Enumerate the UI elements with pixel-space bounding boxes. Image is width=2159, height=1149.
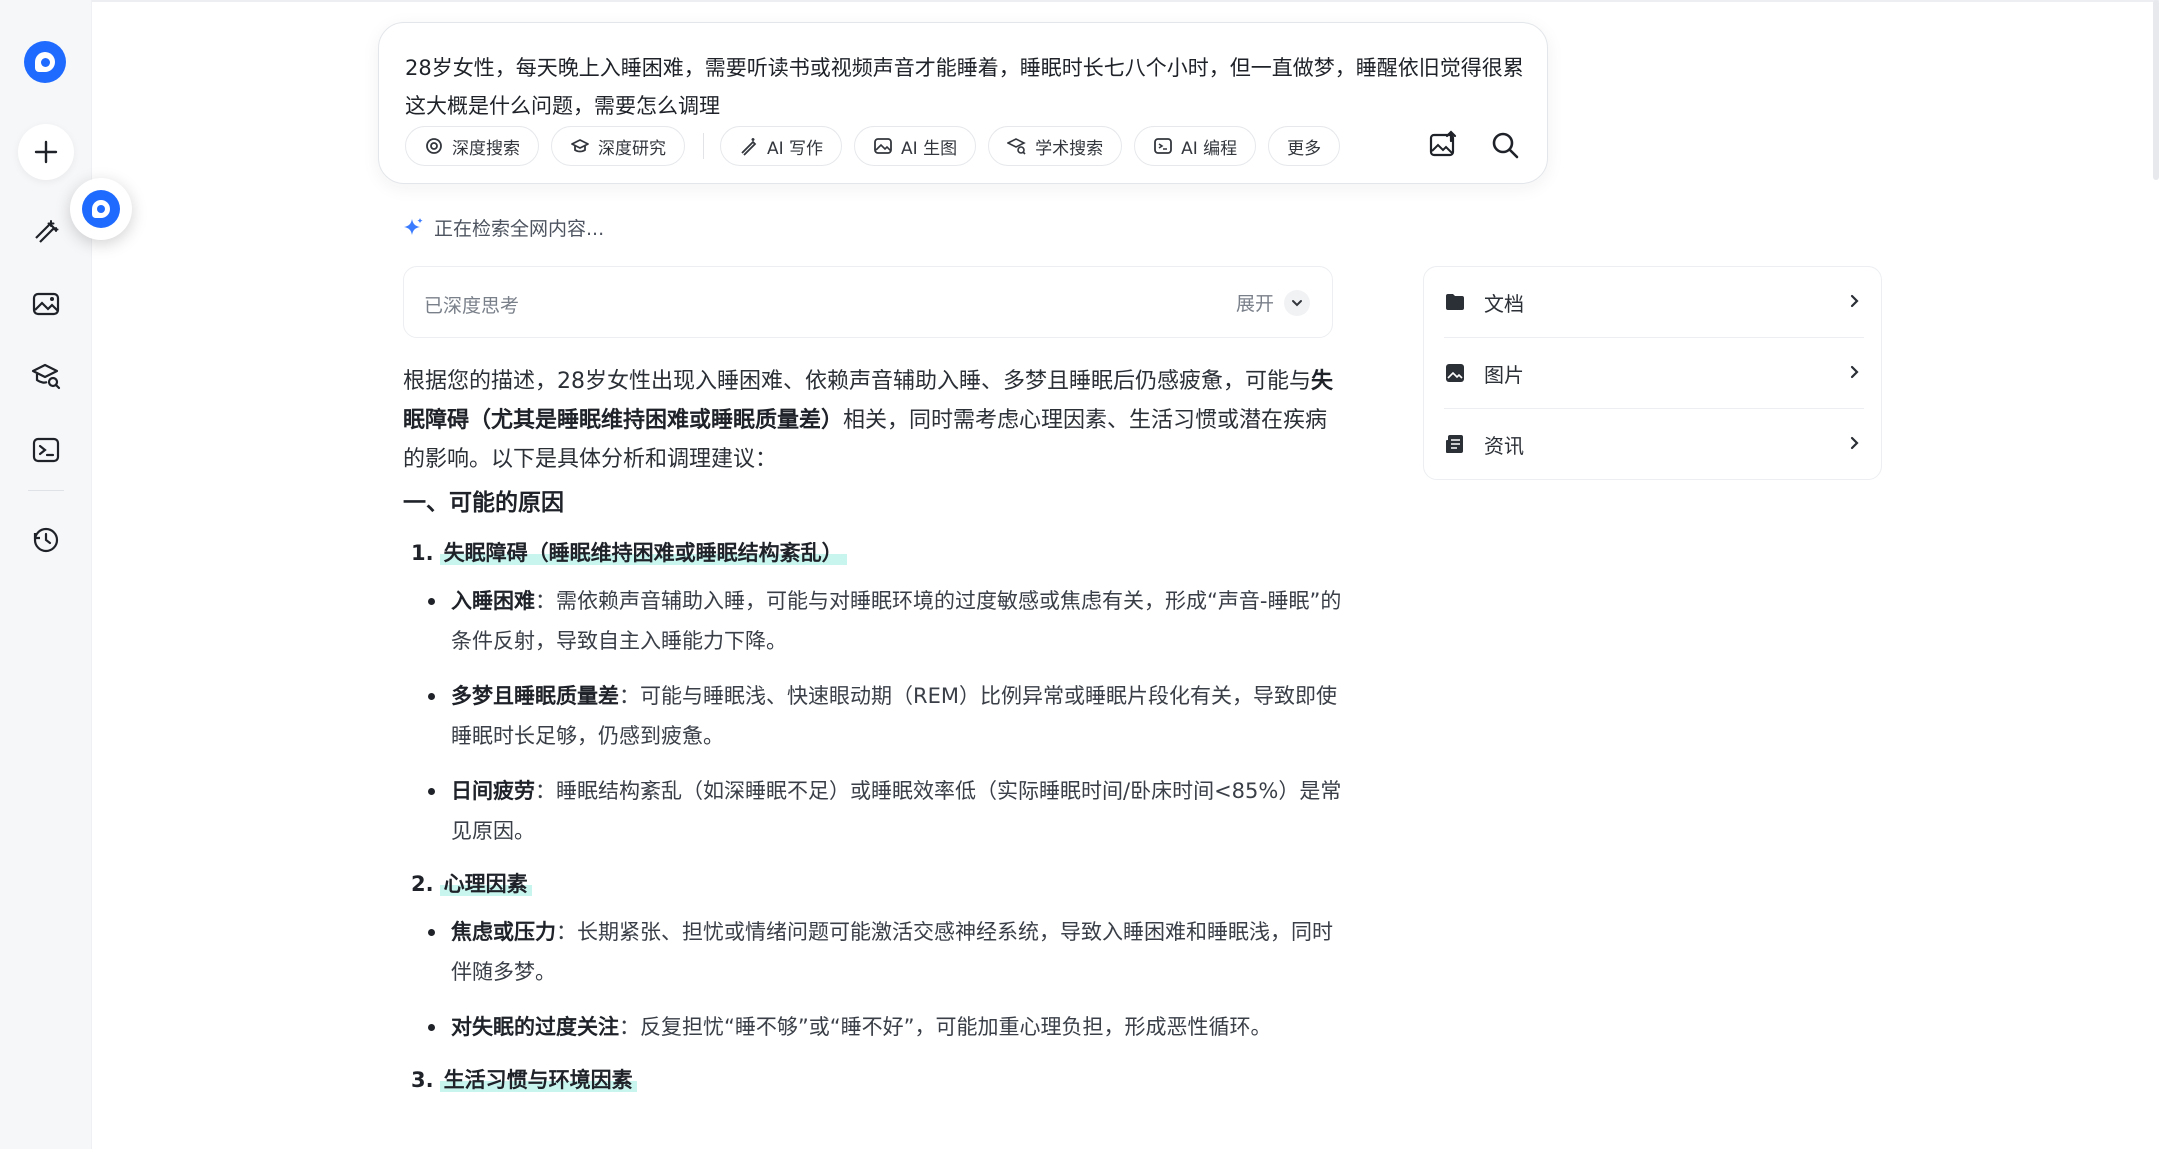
ai-code-icon: [1153, 136, 1173, 156]
item-term: 日间疲劳: [451, 779, 535, 803]
status-text: 正在检索全网内容...: [434, 218, 605, 240]
source-panel: 文档 图片 资讯: [1423, 266, 1882, 480]
tool-deep-search[interactable]: 深度搜索: [405, 126, 539, 166]
intro-text: 根据您的描述，28岁女性出现入睡困难、依赖声音辅助入睡、多梦且睡眠后仍感疲惫，可…: [403, 369, 1311, 394]
academic-search-nav-icon[interactable]: [28, 358, 64, 394]
assistant-logo-icon: [82, 190, 120, 228]
bullet-list: 焦虑或压力：长期紧张、担忧或情绪问题可能激活交感神经系统，导致入睡困难和睡眠浅，…: [425, 912, 1343, 1047]
ai-write-nav-icon[interactable]: [28, 214, 64, 250]
tool-academic-search[interactable]: 学术搜索: [988, 126, 1123, 166]
tool-label: 深度搜索: [452, 138, 520, 159]
tool-bar: 深度搜索 深度研究 AI 写作 AI 生图 学术搜索 AI 编程 更多: [405, 125, 1352, 167]
history-icon[interactable]: [28, 522, 64, 558]
item-term: 多梦且睡眠质量差: [451, 684, 619, 708]
item-text: ：睡眠结构紊乱（如深睡眠不足）或睡眠效率低（实际睡眠时间/卧床时间<85%）是常…: [451, 779, 1342, 843]
group-title: 生活习惯与环境因素: [439, 1068, 637, 1092]
sparkle-icon: [404, 217, 423, 235]
academic-search-icon: [1007, 136, 1027, 156]
expand-label: 展开: [1235, 293, 1274, 315]
list-item: 焦虑或压力：长期紧张、担忧或情绪问题可能激活交感神经系统，导致入睡困难和睡眠浅，…: [425, 912, 1343, 992]
floating-assistant-button[interactable]: [70, 178, 132, 240]
item-text: ：长期紧张、担忧或情绪问题可能激活交感神经系统，导致入睡困难和睡眠浅，同时伴随多…: [451, 920, 1333, 984]
news-icon: [1444, 433, 1466, 455]
query-card: 28岁女性，每天晚上入睡困难，需要听读书或视频声音才能睡着，睡眠时长七八个小时，…: [378, 22, 1548, 184]
tool-ai-code[interactable]: AI 编程: [1134, 126, 1257, 166]
query-text[interactable]: 28岁女性，每天晚上入睡困难，需要听读书或视频声音才能睡着，睡眠时长七八个小时，…: [405, 49, 1525, 125]
chevron-right-icon: [1844, 362, 1864, 382]
list-item: 对失眠的过度关注：反复担忧“睡不够”或“睡不好”，可能加重心理负担，形成恶性循环…: [425, 1007, 1343, 1047]
top-border: [92, 0, 2159, 2]
group-number: 2.: [411, 872, 434, 896]
group-title: 心理因素: [439, 872, 532, 896]
answer-content: 根据您的描述，28岁女性出现入睡困难、依赖声音辅助入睡、多梦且睡眠后仍感疲惫，可…: [403, 362, 1343, 1108]
source-item-images[interactable]: 图片: [1444, 338, 1864, 408]
group-heading: 3. 生活习惯与环境因素: [411, 1062, 1343, 1098]
list-item: 入睡困难：需依赖声音辅助入睡，可能与对睡眠环境的过度敏感或焦虑有关，形成“声音-…: [425, 581, 1343, 661]
group-number: 3.: [411, 1068, 434, 1092]
source-item-documents[interactable]: 文档: [1444, 267, 1864, 337]
group-heading: 2. 心理因素: [411, 866, 1343, 902]
tool-ai-write[interactable]: AI 写作: [720, 126, 843, 166]
source-item-label: 图片: [1484, 362, 1524, 387]
tool-label: AI 生图: [901, 138, 958, 159]
list-item: 多梦且睡眠质量差：可能与睡眠浅、快速眼动期（REM）比例异常或睡眠片段化有关，导…: [425, 676, 1343, 756]
sidebar-divider: [28, 490, 64, 491]
chevron-down-icon: [1284, 289, 1310, 316]
image-icon: [1444, 362, 1466, 384]
search-icon: [1492, 132, 1519, 159]
item-term: 焦虑或压力: [451, 920, 556, 944]
tool-more[interactable]: 更多: [1268, 126, 1341, 166]
tool-deep-research[interactable]: 深度研究: [551, 126, 685, 166]
item-text: ：需依赖声音辅助入睡，可能与对睡眠环境的过度敏感或焦虑有关，形成“声音-睡眠”的…: [451, 589, 1342, 653]
ai-image-icon: [873, 136, 893, 156]
group-heading: 1. 失眠障碍（睡眠维持困难或睡眠结构紊乱）: [411, 535, 1343, 571]
chevron-right-icon: [1844, 291, 1864, 311]
group-number: 1.: [411, 541, 434, 565]
sidebar: [0, 0, 92, 1149]
source-item-news[interactable]: 资讯: [1444, 409, 1864, 479]
search-status: 正在检索全网内容...: [402, 214, 604, 241]
folder-icon: [1444, 291, 1466, 313]
thinking-label: 已深度思考: [424, 295, 520, 317]
tool-ai-image[interactable]: AI 生图: [854, 126, 977, 166]
ai-write-icon: [739, 136, 759, 156]
ai-code-nav-icon[interactable]: [28, 432, 64, 468]
tool-label: AI 写作: [767, 138, 824, 159]
deep-thinking-box[interactable]: 已深度思考 展开: [403, 266, 1333, 338]
plus-icon: [34, 140, 58, 164]
expand-button[interactable]: 展开: [1236, 289, 1310, 316]
item-term: 对失眠的过度关注: [451, 1015, 619, 1039]
source-item-label: 文档: [1484, 291, 1524, 316]
new-chat-button[interactable]: [18, 124, 74, 180]
chevron-right-icon: [1844, 433, 1864, 453]
group-title: 失眠障碍（睡眠维持困难或睡眠结构紊乱）: [439, 541, 847, 565]
source-item-label: 资讯: [1484, 433, 1524, 458]
app-logo-icon[interactable]: [24, 41, 66, 83]
page-scrollbar[interactable]: [2153, 0, 2159, 180]
tool-separator: [703, 133, 704, 159]
tool-label: 学术搜索: [1035, 138, 1104, 159]
item-term: 入睡困难: [451, 589, 535, 613]
tool-label: 深度研究: [598, 138, 666, 159]
list-item: 日间疲劳：睡眠结构紊乱（如深睡眠不足）或睡眠效率低（实际睡眠时间/卧床时间<85…: [425, 771, 1343, 851]
tool-label: 更多: [1287, 138, 1322, 159]
answer-intro: 根据您的描述，28岁女性出现入睡困难、依赖声音辅助入睡、多梦且睡眠后仍感疲惫，可…: [403, 362, 1343, 479]
upload-image-button[interactable]: [1427, 129, 1459, 161]
bullet-list: 入睡困难：需依赖声音辅助入睡，可能与对睡眠环境的过度敏感或焦虑有关，形成“声音-…: [425, 581, 1343, 851]
query-actions: [1427, 129, 1521, 161]
deep-research-icon: [570, 136, 590, 156]
search-button[interactable]: [1489, 129, 1521, 161]
deep-search-icon: [424, 136, 444, 156]
ai-image-nav-icon[interactable]: [28, 286, 64, 322]
item-text: ：反复担忧“睡不够”或“睡不好”，可能加重心理负担，形成恶性循环。: [619, 1015, 1272, 1039]
tool-label: AI 编程: [1181, 138, 1238, 159]
image-upload-icon: [1429, 130, 1457, 157]
section-title: 一、可能的原因: [403, 490, 564, 516]
